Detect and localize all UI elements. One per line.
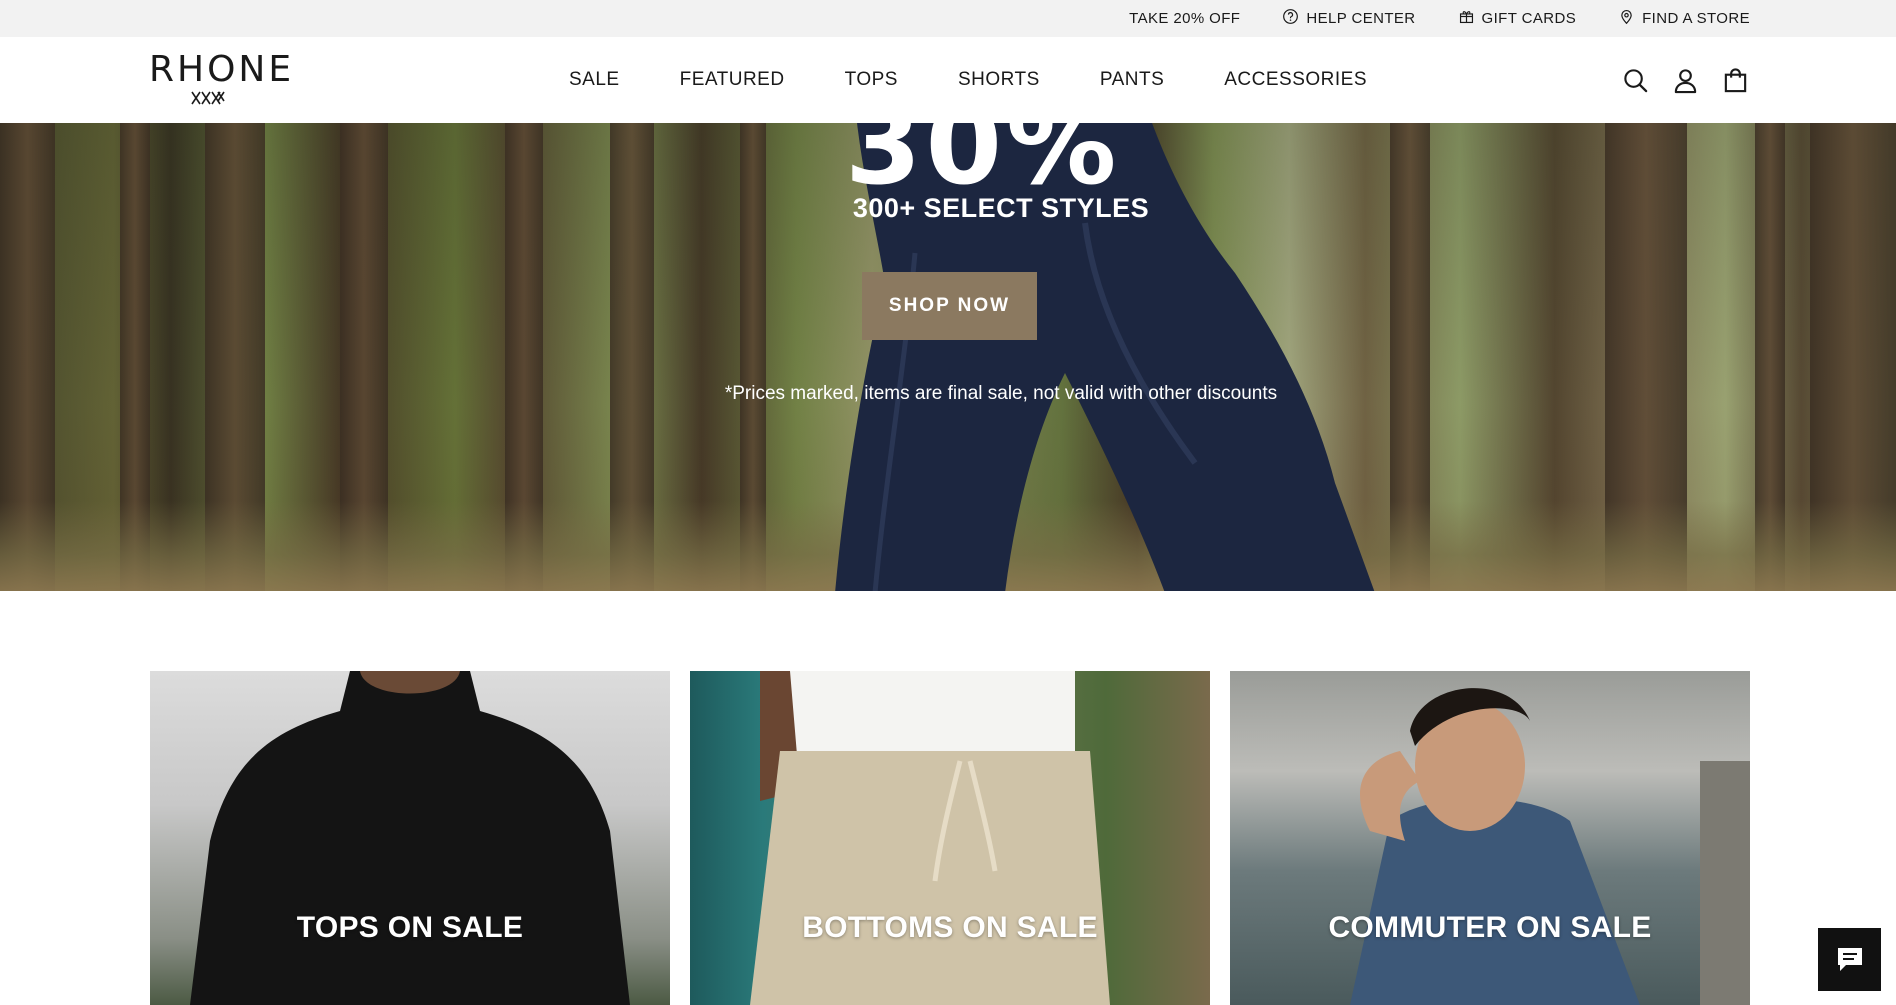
nav-item-pants[interactable]: PANTS [1100, 69, 1164, 91]
chat-button[interactable] [1818, 928, 1881, 991]
bottoms-model-image [750, 671, 1110, 1005]
search-icon[interactable] [1622, 67, 1649, 94]
hero-disclaimer: *Prices marked, items are final sale, no… [0, 383, 1896, 405]
gift-cards-label: GIFT CARDS [1481, 10, 1577, 27]
utility-bar: TAKE 20% OFF HELP CENTER GIFT CARDS FIND… [0, 0, 1896, 37]
nav-item-tops[interactable]: TOPS [845, 69, 898, 91]
find-store-label: FIND A STORE [1642, 10, 1750, 27]
tops-model-image [190, 671, 630, 1005]
tile-bottoms-on-sale[interactable]: BOTTOMS ON SALE [690, 671, 1210, 1005]
promo-link[interactable]: TAKE 20% OFF [1129, 10, 1240, 27]
find-store-link[interactable]: FIND A STORE [1618, 8, 1750, 29]
chat-icon [1837, 947, 1862, 971]
help-center-label: HELP CENTER [1306, 10, 1416, 27]
shop-now-button[interactable]: SHOP NOW [862, 272, 1037, 340]
tile-label: BOTTOMS ON SALE [802, 911, 1098, 944]
account-icon[interactable] [1672, 67, 1699, 94]
nav-item-shorts[interactable]: SHORTS [958, 69, 1040, 91]
main-nav: SALE FEATURED TOPS SHORTS PANTS ACCESSOR… [569, 37, 1367, 123]
logo-mark-icon [191, 91, 225, 105]
logo[interactable]: RHONE [149, 49, 295, 110]
promo-link-label: TAKE 20% OFF [1129, 10, 1241, 27]
hero-subtitle: 300+ SELECT STYLES [0, 193, 1896, 224]
tile-commuter-on-sale[interactable]: COMMUTER ON SALE [1230, 671, 1750, 1005]
tile-label: TOPS ON SALE [296, 911, 524, 944]
header-icons [1622, 37, 1749, 123]
help-center-link[interactable]: HELP CENTER [1282, 8, 1415, 29]
commuter-model-image [1350, 688, 1750, 1005]
location-pin-icon [1618, 8, 1635, 29]
hero-banner: 30% 300+ SELECT STYLES SHOP NOW *Prices … [0, 123, 1896, 591]
tile-label: COMMUTER ON SALE [1328, 911, 1652, 944]
nav-item-featured[interactable]: FEATURED [680, 69, 785, 91]
hero-subtitle-text: 300+ SELECT STYLES [852, 193, 1150, 223]
category-tiles: TOPS ON SALE BOTTOMS ON SALE COMMUTER ON… [150, 671, 1750, 1005]
question-icon [1282, 8, 1299, 29]
nav-item-sale[interactable]: SALE [569, 69, 620, 91]
main-header: RHONE SALE FEATURED TOPS SHORTS PANTS AC… [0, 37, 1896, 123]
tile-tops-on-sale[interactable]: TOPS ON SALE [150, 671, 670, 1005]
hero-disclaimer-text: *Prices marked, items are final sale, no… [724, 383, 1278, 404]
nav-item-accessories[interactable]: ACCESSORIES [1224, 69, 1367, 91]
cart-icon[interactable] [1722, 67, 1749, 94]
utility-links: TAKE 20% OFF HELP CENTER GIFT CARDS FIND… [1129, 0, 1750, 37]
gift-icon [1458, 8, 1475, 29]
logo-text: RHONE [149, 49, 295, 90]
gift-cards-link[interactable]: GIFT CARDS [1458, 8, 1577, 29]
